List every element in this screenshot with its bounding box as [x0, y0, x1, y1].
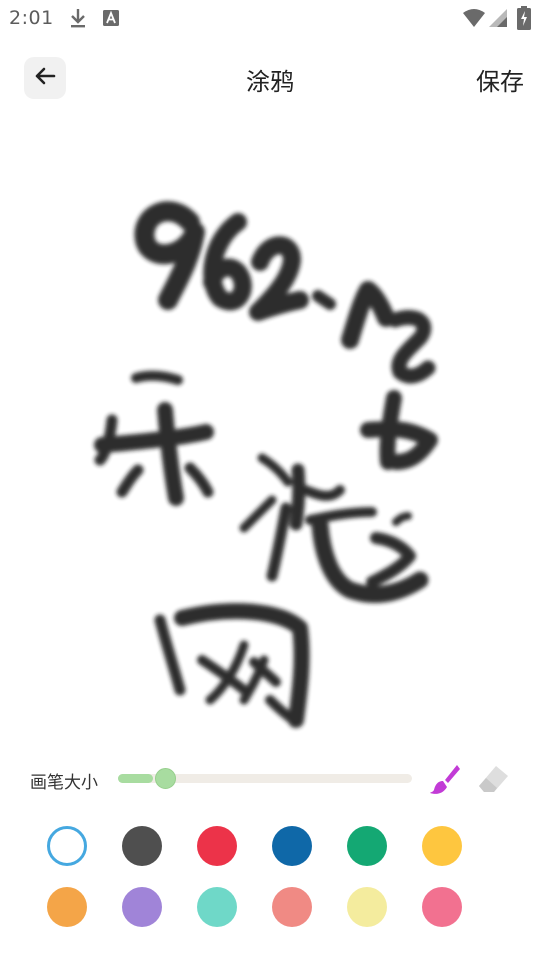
- brush-size-slider[interactable]: [118, 768, 412, 789]
- color-swatch[interactable]: [422, 826, 462, 866]
- save-button[interactable]: 保存: [476, 62, 524, 97]
- page-title: 涂鸦: [246, 68, 294, 96]
- color-palette: [0, 826, 540, 936]
- brush-size-row: 画笔大小: [0, 760, 540, 800]
- color-swatch[interactable]: [347, 887, 387, 927]
- color-swatch[interactable]: [122, 887, 162, 927]
- color-swatch[interactable]: [47, 826, 87, 866]
- eraser-tool-button[interactable]: [476, 762, 510, 796]
- drawing-canvas[interactable]: [0, 120, 540, 750]
- handwriting-strokes: [94, 201, 438, 728]
- wifi-icon: [462, 8, 486, 32]
- color-swatch[interactable]: [197, 887, 237, 927]
- color-swatch[interactable]: [347, 826, 387, 866]
- color-swatch[interactable]: [272, 887, 312, 927]
- brush-tool-button[interactable]: [428, 762, 462, 796]
- font-app-icon: [102, 9, 120, 31]
- slider-thumb[interactable]: [155, 768, 176, 789]
- slider-fill: [118, 774, 153, 783]
- color-swatch[interactable]: [197, 826, 237, 866]
- color-swatch[interactable]: [122, 826, 162, 866]
- status-bar: 2:01: [0, 0, 540, 36]
- app-bar: 涂鸦 保存: [0, 50, 540, 106]
- color-swatch[interactable]: [272, 826, 312, 866]
- paint-brush-icon: [428, 765, 462, 800]
- color-swatch[interactable]: [47, 887, 87, 927]
- status-time: 2:01: [9, 7, 54, 29]
- download-icon: [68, 6, 88, 34]
- eraser-icon: [476, 766, 510, 800]
- color-swatch[interactable]: [422, 887, 462, 927]
- signal-icon: [488, 8, 508, 32]
- battery-charging-icon: [517, 6, 531, 34]
- brush-size-label: 画笔大小: [30, 773, 98, 793]
